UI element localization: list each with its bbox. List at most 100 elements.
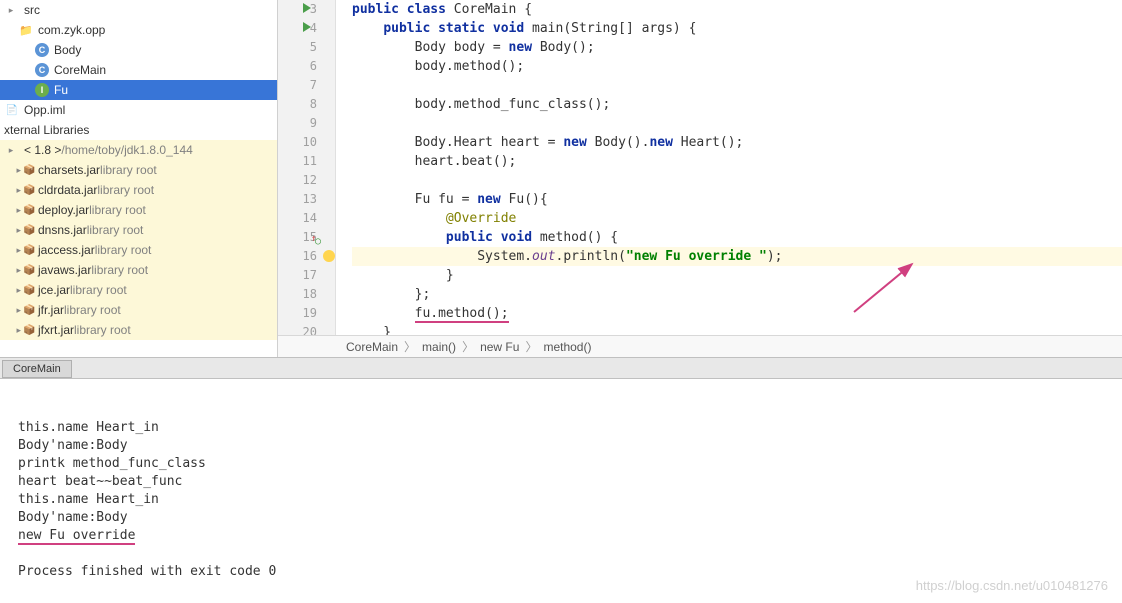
expand-icon xyxy=(4,142,20,158)
tree-label: com.zyk.opp xyxy=(38,23,105,37)
project-tree[interactable]: src com.zyk.opp C Body C CoreMain I Fu 📄 Opp.i… xyxy=(0,0,278,357)
tree-label-hint: library root xyxy=(74,323,131,337)
tree-class-fu[interactable]: I Fu xyxy=(0,80,277,100)
editor-content[interactable]: public class CoreMain { public static vo… xyxy=(336,0,1122,335)
run-gutter-icon[interactable] xyxy=(303,2,315,14)
folder-icon xyxy=(4,2,20,18)
console-line: new Fu override xyxy=(18,527,1104,545)
tree-label: dnsns.jar xyxy=(38,223,87,237)
tree-label: jce.jar xyxy=(38,283,70,297)
console-line: this.name Heart_in xyxy=(18,419,1104,437)
code-line[interactable]: public class CoreMain { xyxy=(352,0,1122,19)
tree-label: cldrdata.jar xyxy=(38,183,97,197)
bulb-icon[interactable] xyxy=(323,250,335,262)
chevron-right-icon: 〉 xyxy=(404,338,416,355)
jar-icon: 📦 xyxy=(18,302,34,318)
class-icon: C xyxy=(34,62,50,78)
code-line[interactable]: Body.Heart heart = new Body().new Heart(… xyxy=(352,133,1122,152)
tree-label: jfxrt.jar xyxy=(38,323,74,337)
breadcrumb-item[interactable]: main() xyxy=(422,340,456,354)
class-icon: I xyxy=(34,82,50,98)
tree-src[interactable]: src xyxy=(0,0,277,20)
code-line[interactable]: heart.beat(); xyxy=(352,152,1122,171)
tree-package[interactable]: com.zyk.opp xyxy=(0,20,277,40)
editor-gutter: 34567891011121314151617181920 xyxy=(278,0,336,335)
code-line[interactable]: } xyxy=(352,323,1122,335)
code-line[interactable]: Fu fu = new Fu(){ xyxy=(352,190,1122,209)
tree-label-hint: library root xyxy=(70,283,127,297)
code-editor[interactable]: 34567891011121314151617181920 public cla… xyxy=(278,0,1122,335)
tree-label-hint: library root xyxy=(95,243,152,257)
package-icon xyxy=(18,22,34,38)
tree-jar[interactable]: 📦javaws.jar library root xyxy=(0,260,277,280)
run-tab[interactable]: CoreMain xyxy=(2,360,72,378)
code-line[interactable]: body.method_func_class(); xyxy=(352,95,1122,114)
code-line[interactable]: public void method() { xyxy=(352,228,1122,247)
tree-jar[interactable]: 📦charsets.jar library root xyxy=(0,160,277,180)
console-line: Body'name:Body xyxy=(18,437,1104,455)
tree-label-hint: library root xyxy=(64,303,121,317)
tree-label-hint: library root xyxy=(89,203,146,217)
tree-jar[interactable]: 📦 jce.jar library root xyxy=(0,280,277,300)
code-line[interactable] xyxy=(352,114,1122,133)
code-line[interactable]: body.method(); xyxy=(352,57,1122,76)
tree-jdk[interactable]: < 1.8 > /home/toby/jdk1.8.0_144 xyxy=(0,140,277,160)
console-line: Body'name:Body xyxy=(18,509,1104,527)
code-line[interactable]: fu.method(); xyxy=(352,304,1122,323)
tree-label: jaccess.jar xyxy=(38,243,95,257)
code-line[interactable]: @Override xyxy=(352,209,1122,228)
breadcrumb-item[interactable]: new Fu xyxy=(480,340,519,354)
tree-label: xternal Libraries xyxy=(4,123,89,137)
breadcrumb-item[interactable]: CoreMain xyxy=(346,340,398,354)
file-icon: 📄 xyxy=(4,102,20,118)
tree-jar[interactable]: 📦dnsns.jar library root xyxy=(0,220,277,240)
tree-label: Body xyxy=(54,43,81,57)
jar-icon: 📦 xyxy=(18,282,34,298)
tree-label-hint: library root xyxy=(97,183,154,197)
jar-icon: 📦 xyxy=(18,322,34,338)
jar-icon: 📦 xyxy=(18,182,34,198)
breadcrumb-item[interactable]: method() xyxy=(543,340,591,354)
code-line[interactable] xyxy=(352,76,1122,95)
tree-jar[interactable]: 📦 jfr.jar library root xyxy=(0,300,277,320)
tree-label-hint: library root xyxy=(100,163,157,177)
override-gutter-icon[interactable] xyxy=(305,232,315,242)
tree-label: jfr.jar xyxy=(38,303,64,317)
code-line[interactable]: } xyxy=(352,266,1122,285)
jar-icon: 📦 xyxy=(18,202,34,218)
tree-external-libs[interactable]: xternal Libraries xyxy=(0,120,277,140)
tree-label: Fu xyxy=(54,83,68,97)
tree-label: < 1.8 > xyxy=(24,143,61,157)
console-line: printk method_func_class xyxy=(18,455,1104,473)
tree-label: Opp.iml xyxy=(24,103,65,117)
tree-jar[interactable]: 📦 jfxrt.jar library root xyxy=(0,320,277,340)
tree-class-coremain[interactable]: C CoreMain xyxy=(0,60,277,80)
tree-label: CoreMain xyxy=(54,63,106,77)
code-line[interactable]: Body body = new Body(); xyxy=(352,38,1122,57)
run-console[interactable]: this.name Heart_inBody'name:Bodyprintk m… xyxy=(0,379,1122,603)
breadcrumb[interactable]: CoreMain〉main()〉new Fu〉method() xyxy=(278,335,1122,357)
class-icon: C xyxy=(34,42,50,58)
console-line: this.name Heart_in xyxy=(18,491,1104,509)
code-line[interactable] xyxy=(352,171,1122,190)
console-line xyxy=(18,545,1104,563)
tree-iml[interactable]: 📄 Opp.iml xyxy=(0,100,277,120)
tree-label: javaws.jar xyxy=(38,263,91,277)
console-line: heart beat~~beat_func xyxy=(18,473,1104,491)
jar-icon: 📦 xyxy=(18,242,34,258)
tree-class-body[interactable]: C Body xyxy=(0,40,277,60)
tree-label: charsets.jar xyxy=(38,163,100,177)
tree-jar[interactable]: 📦 deploy.jar library root xyxy=(0,200,277,220)
code-line[interactable]: System.out.println("new Fu override "); xyxy=(352,247,1122,266)
run-tab-bar[interactable]: CoreMain xyxy=(0,357,1122,379)
watermark: https://blog.csdn.net/u010481276 xyxy=(916,577,1108,595)
tree-jar[interactable]: 📦 cldrdata.jar library root xyxy=(0,180,277,200)
code-line[interactable]: }; xyxy=(352,285,1122,304)
tree-label: src xyxy=(24,3,40,17)
code-line[interactable]: public static void main(String[] args) { xyxy=(352,19,1122,38)
run-gutter-icon[interactable] xyxy=(303,21,315,33)
tree-jar[interactable]: 📦 jaccess.jar library root xyxy=(0,240,277,260)
tree-path: /home/toby/jdk1.8.0_144 xyxy=(61,143,192,157)
tree-label: deploy.jar xyxy=(38,203,89,217)
jar-icon: 📦 xyxy=(18,222,34,238)
